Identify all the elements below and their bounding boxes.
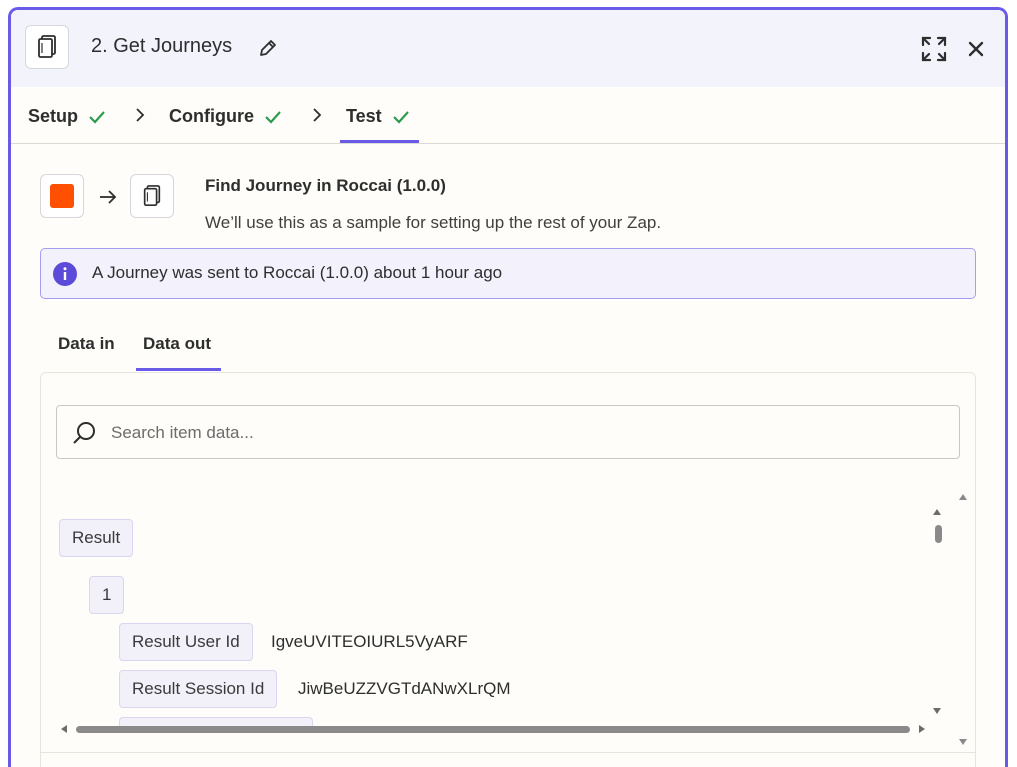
app-icon	[25, 25, 69, 69]
tree-value-user-id: IgveUVITEOIURL5VyARF	[271, 632, 468, 651]
tab-setup[interactable]: Setup	[28, 106, 106, 127]
active-tab-indicator	[340, 140, 419, 143]
copy-pages-icon	[38, 35, 56, 58]
test-title: Find Journey in Roccai (1.0.0)	[205, 176, 446, 195]
horizontal-scrollbar[interactable]	[76, 726, 910, 733]
active-data-tab-indicator	[136, 368, 221, 371]
scroll-right-icon[interactable]	[919, 725, 925, 733]
search-input[interactable]	[109, 416, 933, 450]
chevron-right-icon	[313, 108, 322, 122]
trigger-app-icon	[40, 174, 84, 218]
tree-value-session-id: JiwBeUZZVGTdANwXLrQM	[298, 679, 511, 698]
expand-icon[interactable]	[921, 36, 947, 67]
scroll-up-icon[interactable]	[933, 509, 941, 515]
tab-test-label: Test	[346, 106, 382, 126]
step-tabs: Setup Configure Test	[11, 87, 1005, 144]
panel-header: 2. Get Journeys	[11, 10, 1005, 87]
vertical-scrollbar[interactable]	[935, 525, 942, 543]
divider	[41, 752, 975, 753]
chevron-right-icon	[136, 108, 145, 122]
data-tree: Result 1 Result User Id IgveUVITEOIURL5V…	[41, 503, 931, 731]
tab-data-out[interactable]: Data out	[143, 334, 211, 354]
tab-data-in[interactable]: Data in	[58, 334, 115, 354]
scroll-down-icon[interactable]	[933, 708, 941, 714]
tab-configure[interactable]: Configure	[169, 106, 282, 127]
copy-pages-icon	[143, 185, 161, 206]
arrow-right-icon	[100, 190, 117, 204]
data-out-panel: Result 1 Result User Id IgveUVITEOIURL5V…	[40, 372, 976, 767]
check-icon	[89, 110, 105, 124]
search-icon	[73, 422, 95, 444]
tab-configure-label: Configure	[169, 106, 254, 126]
pencil-icon[interactable]	[258, 38, 278, 63]
search-box	[56, 405, 960, 459]
tree-key-user-id[interactable]: Result User Id	[119, 623, 253, 661]
tree-key-result[interactable]: Result	[59, 519, 134, 557]
action-app-icon	[130, 174, 174, 218]
info-banner: A Journey was sent to Roccai (1.0.0) abo…	[40, 248, 976, 299]
tree-key-index[interactable]: 1	[89, 576, 125, 614]
outer-scroll-up-icon[interactable]	[959, 494, 967, 500]
info-icon	[53, 262, 77, 286]
step-title: 2. Get Journeys	[91, 35, 233, 57]
info-text: A Journey was sent to Roccai (1.0.0) abo…	[92, 263, 503, 282]
test-subtitle: We’ll use this as a sample for setting u…	[205, 213, 662, 232]
tab-test[interactable]: Test	[346, 106, 410, 127]
scroll-left-icon[interactable]	[61, 725, 67, 733]
tree-key-session-id[interactable]: Result Session Id	[119, 670, 278, 708]
outer-scroll-down-icon[interactable]	[959, 739, 967, 745]
step-panel: 2. Get Journeys Setup Configure Test Fin…	[8, 7, 1008, 767]
check-icon	[265, 110, 281, 124]
app-logo-icon	[50, 184, 74, 208]
close-icon[interactable]	[967, 40, 985, 63]
check-icon	[392, 110, 409, 124]
tab-setup-label: Setup	[28, 106, 79, 126]
